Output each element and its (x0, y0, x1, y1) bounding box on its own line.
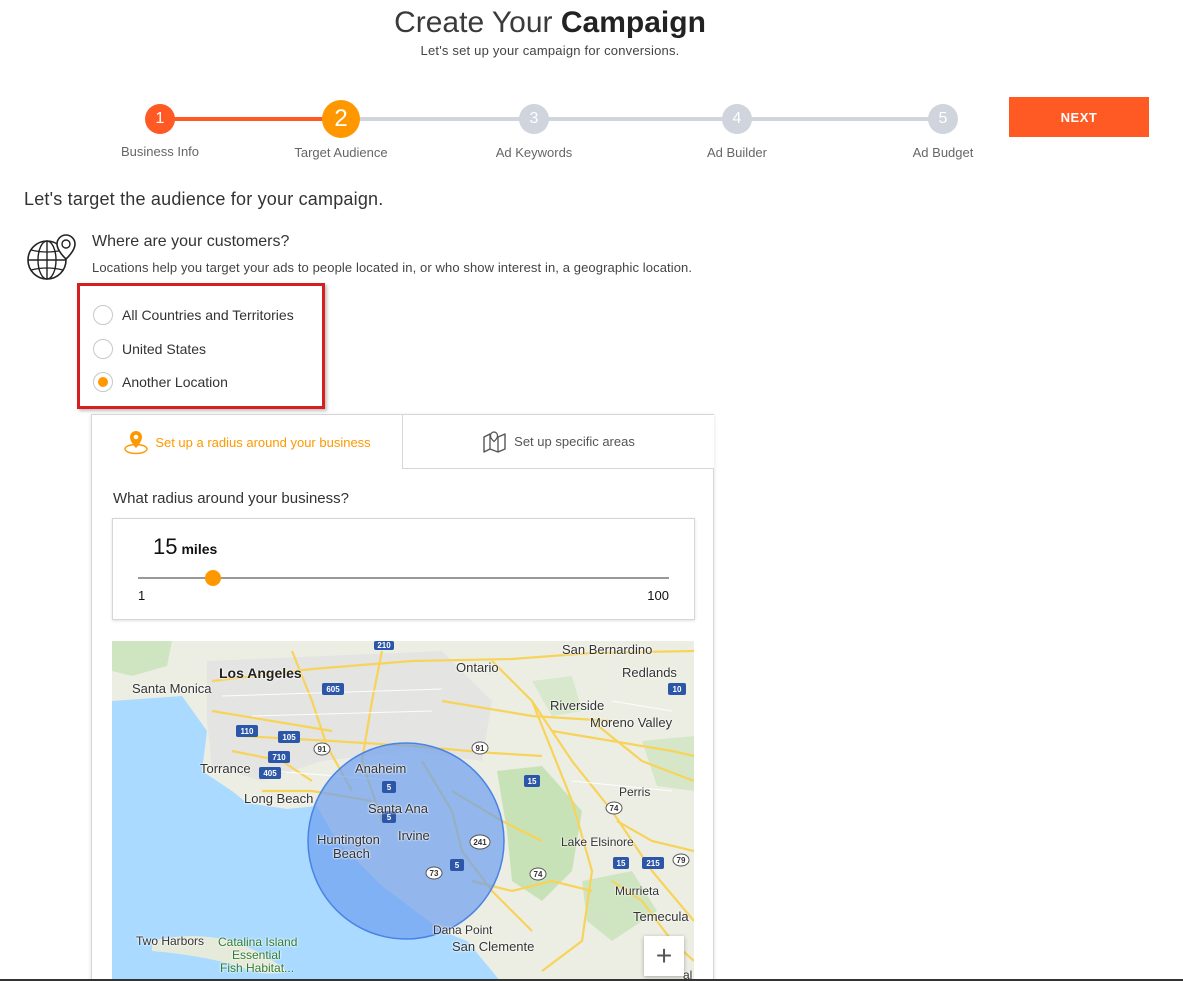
map-label-long-beach: Long Beach (244, 791, 314, 806)
progress-stepper: 1 Business Info 2 Target Audience 3 Ad K… (110, 100, 990, 160)
shield-15a: 15 (528, 777, 537, 786)
step-label: Business Info (120, 144, 200, 159)
map-label-los-angeles: Los Angeles (219, 665, 302, 681)
map-label-catalina: Catalina Island (218, 935, 298, 949)
shield-73: 73 (430, 869, 439, 878)
title-light: Create Your (394, 6, 553, 39)
radio-label: United States (122, 341, 207, 357)
step-label: Ad Budget (912, 145, 974, 160)
map-label-perris: Perris (619, 785, 651, 799)
globe-pin-icon (27, 234, 76, 280)
step-label: Ad Keywords (495, 145, 573, 160)
radius-max-label: 100 (647, 588, 669, 603)
location-pin-icon (124, 431, 149, 455)
page-title: Create Your Campaign (0, 4, 1100, 42)
radio-button[interactable] (93, 305, 113, 325)
radius-value: 15 (153, 534, 178, 559)
next-button[interactable]: NEXT (1009, 97, 1149, 137)
map-label-temecula: Temecula (633, 909, 689, 924)
step-ad-builder[interactable]: 4 Ad Builder (677, 100, 797, 160)
radius-map[interactable]: 210 605 10 110 105 710 405 91 91 15 5 5 … (112, 641, 694, 981)
page-subtitle: Let's set up your campaign for conversio… (420, 43, 680, 58)
shield-79: 79 (677, 856, 686, 865)
shield-74b: 74 (534, 870, 543, 879)
map-label-murrieta: Murrieta (615, 884, 660, 898)
map-label-ontario: Ontario (456, 660, 499, 675)
step-business-info[interactable]: 1 Business Info (100, 100, 220, 159)
page-header: Create Your Campaign Let's set up your c… (0, 4, 1100, 58)
location-question-title: Where are your customers? (92, 233, 290, 250)
section-heading: Let's target the audience for your campa… (24, 189, 384, 209)
map-label-huntington: Huntington (317, 832, 380, 847)
radius-unit: miles (181, 541, 218, 557)
tab-areas-label: Set up specific areas (514, 434, 635, 449)
map-label-san-bernardino: San Bernardino (562, 642, 653, 657)
map-label-fish-habitat: Fish Habitat... (220, 961, 295, 975)
radius-min-label: 1 (138, 588, 146, 603)
map-label-irvine: Irvine (398, 828, 430, 843)
shield-210: 210 (377, 641, 391, 650)
step-number-badge: 3 (519, 104, 549, 134)
map-icon (483, 430, 506, 453)
map-label-lake-elsinore: Lake Elsinore (561, 835, 634, 849)
radius-question: What radius around your business? (113, 490, 349, 507)
step-target-audience[interactable]: 2 Target Audience (281, 100, 401, 160)
step-number-badge: 5 (928, 104, 958, 134)
map-label-riverside: Riverside (550, 698, 605, 713)
radio-united-states[interactable]: United States (93, 339, 206, 359)
map-label-torrance: Torrance (200, 761, 251, 776)
map-label-moreno-valley: Moreno Valley (590, 715, 673, 730)
step-number-badge: 1 (145, 104, 175, 134)
radius-slider-handle[interactable] (205, 570, 222, 586)
map-label-san-clemente: San Clemente (452, 939, 535, 954)
map-label-santa-monica: Santa Monica (132, 681, 212, 696)
shield-74a: 74 (610, 804, 619, 813)
stepper-track-pending (340, 117, 942, 121)
radius-value-display: 15 miles (153, 534, 217, 560)
map-label-redlands: Redlands (622, 665, 677, 680)
shield-241: 241 (473, 838, 487, 847)
tab-radius-label: Set up a radius around your business (155, 434, 371, 450)
radio-all-countries[interactable]: All Countries and Territories (93, 305, 294, 325)
radio-selected-dot (98, 377, 108, 387)
tab-radius[interactable]: Set up a radius around your business (92, 415, 402, 469)
shield-710: 710 (272, 753, 286, 762)
title-bold: Campaign (560, 6, 706, 39)
step-ad-budget[interactable]: 5 Ad Budget (883, 100, 1003, 160)
radio-label: Another Location (122, 374, 228, 390)
step-label: Target Audience (294, 145, 388, 160)
radio-another-location[interactable]: Another Location (93, 372, 228, 392)
shield-91a: 91 (318, 745, 327, 754)
map-label-beach: Beach (333, 846, 370, 861)
radius-slider-card: 15 miles 1 100 (112, 518, 695, 620)
shield-405: 405 (263, 769, 277, 778)
map-label-dana-point: Dana Point (433, 923, 493, 937)
map-label-two-harbors: Two Harbors (136, 934, 205, 948)
shield-15b: 15 (617, 859, 626, 868)
tab-specific-areas[interactable]: Set up specific areas (402, 415, 714, 469)
radio-button-selected[interactable] (93, 372, 113, 392)
shield-215: 215 (646, 859, 660, 868)
map-label-essential: Essential (232, 948, 281, 962)
shield-5a: 5 (387, 783, 392, 792)
location-question-description: Locations help you target your ads to pe… (92, 260, 693, 275)
step-number-badge: 4 (722, 104, 752, 134)
step-ad-keywords[interactable]: 3 Ad Keywords (474, 100, 594, 160)
location-radio-group: All Countries and Territories United Sta… (77, 283, 325, 409)
shield-10: 10 (673, 685, 682, 694)
radius-panel: Set up a radius around your business Set… (91, 414, 714, 981)
shield-105: 105 (282, 733, 296, 742)
map-label-anaheim: Anaheim (355, 761, 407, 776)
shield-5c: 5 (455, 861, 460, 870)
step-label: Ad Builder (707, 145, 767, 160)
map-label-santa-ana: Santa Ana (368, 801, 428, 816)
radio-button[interactable] (93, 339, 113, 359)
zoom-in-button[interactable]: + (644, 936, 684, 976)
radio-label: All Countries and Territories (122, 307, 294, 323)
shield-91b: 91 (476, 744, 485, 753)
shield-110: 110 (241, 727, 254, 736)
shield-605: 605 (326, 685, 340, 694)
step-number-badge: 2 (322, 100, 360, 138)
